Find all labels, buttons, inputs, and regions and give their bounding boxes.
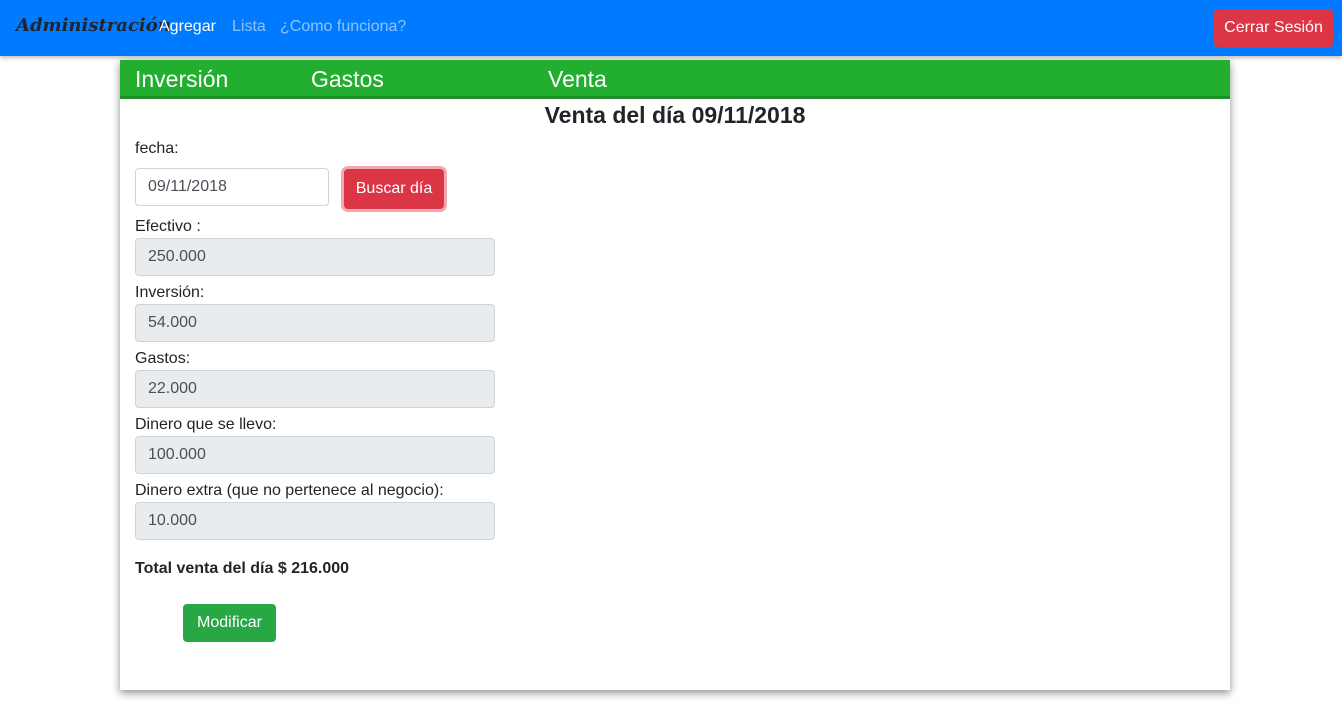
total-sales-text: Total venta del día $ 216.000 bbox=[135, 560, 350, 577]
dinero-extra-field[interactable]: 10.000 bbox=[135, 502, 495, 540]
gastos-field[interactable]: 22.000 bbox=[135, 370, 495, 408]
efectivo-field[interactable]: 250.000 bbox=[135, 238, 495, 276]
page-title: Venta del día 09/11/2018 bbox=[544, 102, 806, 128]
inversion-field[interactable]: 54.000 bbox=[135, 304, 495, 342]
date-label: fecha: bbox=[135, 140, 179, 157]
nav-link-como-funciona[interactable]: ¿Como funciona? bbox=[280, 18, 406, 36]
nav-link-agregar[interactable]: Agregar bbox=[159, 18, 216, 36]
brand-logo[interactable]: Administración bbox=[16, 15, 171, 36]
tab-inversion[interactable]: Inversión bbox=[135, 66, 228, 93]
inversion-label: Inversión: bbox=[135, 284, 205, 301]
dinero-llevo-field[interactable]: 100.000 bbox=[135, 436, 495, 474]
top-navbar: Administración Agregar Lista ¿Como funci… bbox=[0, 0, 1342, 56]
logout-button[interactable]: Cerrar Sesión bbox=[1214, 9, 1333, 47]
section-tabs: Inversión Gastos Venta bbox=[120, 60, 1230, 99]
dinero-llevo-label: Dinero que se llevo: bbox=[135, 416, 277, 433]
tab-gastos[interactable]: Gastos bbox=[311, 66, 384, 93]
tab-venta[interactable]: Venta bbox=[548, 66, 607, 93]
date-input[interactable] bbox=[135, 168, 329, 206]
main-card: Inversión Gastos Venta Venta del día 09/… bbox=[120, 60, 1230, 690]
search-day-button[interactable]: Buscar día bbox=[344, 169, 444, 209]
efectivo-label: Efectivo : bbox=[135, 218, 201, 235]
dinero-extra-label: Dinero extra (que no pertenece al negoci… bbox=[135, 482, 444, 499]
nav-link-lista[interactable]: Lista bbox=[232, 18, 266, 36]
modify-button[interactable]: Modificar bbox=[183, 604, 276, 642]
gastos-label: Gastos: bbox=[135, 350, 191, 367]
